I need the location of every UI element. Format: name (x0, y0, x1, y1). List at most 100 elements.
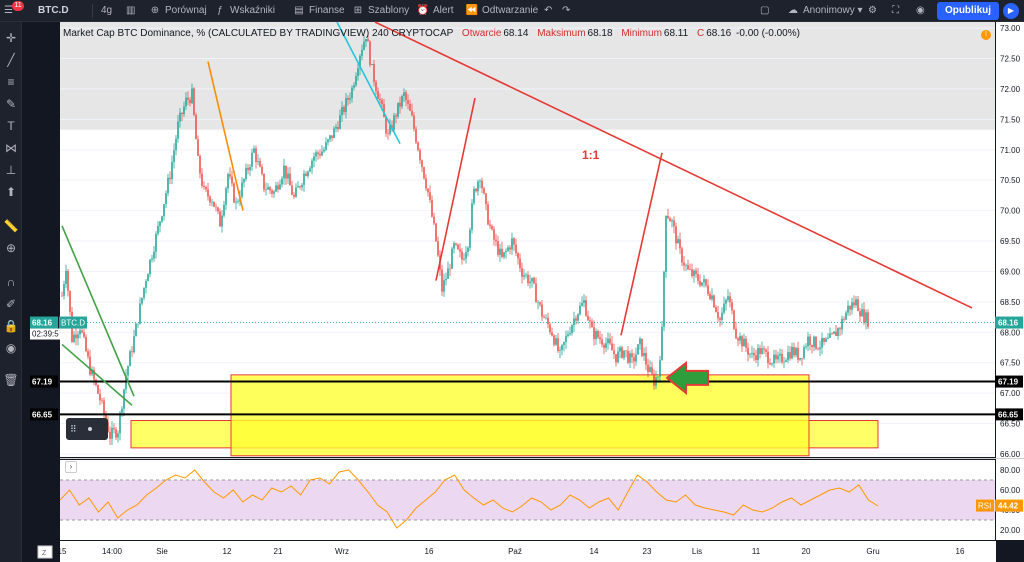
candle-body (529, 281, 531, 284)
candle-body (577, 314, 579, 321)
candle-body (593, 327, 595, 340)
candle-body (845, 312, 847, 320)
candle-body (255, 148, 257, 162)
candle-body (633, 357, 635, 362)
x-tick-label: 20 (802, 547, 811, 556)
candle-body (205, 186, 207, 190)
candle-body (361, 49, 363, 56)
rsi-label: RSI (978, 502, 991, 511)
y-tick-label: 69.00 (1000, 267, 1021, 276)
candle-body (613, 350, 615, 355)
candle-body (501, 248, 503, 257)
candle-body (323, 149, 325, 152)
candle-body (299, 186, 301, 188)
candle-body (815, 336, 817, 349)
candle-body (363, 41, 365, 50)
candle-body (615, 354, 617, 363)
candle-body (261, 166, 263, 174)
candle-body (685, 265, 687, 266)
candle-body (645, 353, 647, 365)
candle-body (171, 161, 173, 180)
candle-body (135, 323, 137, 337)
candle-body (379, 98, 381, 101)
candle-body (741, 336, 743, 347)
candle-body (245, 167, 247, 180)
candle-body (89, 356, 91, 375)
candle-body (545, 317, 547, 319)
candle-body (811, 345, 813, 347)
info-icon[interactable]: ! (981, 30, 991, 40)
candle-body (175, 138, 177, 151)
candle-body (751, 352, 753, 354)
candle-body (641, 338, 643, 356)
candle-body (81, 330, 83, 333)
candle-body (293, 194, 295, 197)
candle-body (791, 346, 793, 359)
candle-body (209, 196, 211, 203)
candle-body (227, 174, 229, 189)
candle-body (85, 336, 87, 352)
expand-chevron-icon[interactable]: › (65, 461, 77, 473)
y-tick-label: 72.50 (1000, 55, 1021, 64)
left-support2-tag: 66.65 (32, 410, 53, 419)
candle-body (735, 328, 737, 339)
price-chart[interactable]: 73.00 72.50 72.00 71.50 71.00 70.50 70.00 69.50… (0, 0, 1024, 562)
candle-body (143, 287, 145, 298)
candle-body (183, 106, 185, 115)
candle-body (237, 201, 239, 203)
candle-body (369, 41, 371, 65)
dot-icon (88, 427, 92, 431)
candle-body (283, 165, 285, 179)
candle-body (805, 346, 807, 348)
drawing-tools-panel[interactable]: ⠿ (66, 418, 108, 440)
candle-body (129, 351, 131, 367)
support2-tag: 66.65 (998, 410, 1019, 419)
candle-body (559, 350, 561, 351)
candle-body (497, 241, 499, 255)
candle-body (727, 296, 729, 300)
candle-body (601, 339, 603, 345)
price-axis-background (996, 22, 1024, 540)
candle-body (301, 184, 303, 188)
candle-body (397, 102, 399, 117)
y-tick-label: 67.50 (1000, 359, 1021, 368)
candle-body (565, 335, 567, 343)
candle-body (493, 229, 495, 240)
candle-body (99, 393, 101, 401)
candle-body (449, 268, 451, 270)
candle-body (213, 201, 215, 207)
candle-body (285, 165, 287, 179)
candle-body (713, 295, 715, 308)
candle-body (855, 299, 857, 306)
candle-body (159, 221, 161, 226)
candle-body (441, 269, 443, 292)
candle-body (629, 353, 631, 363)
candle-body (413, 115, 415, 129)
candle-body (571, 325, 573, 334)
candle-body (73, 334, 75, 342)
candle-body (605, 343, 607, 348)
candle-body (539, 302, 541, 305)
candle-body (241, 182, 243, 197)
candle-body (459, 249, 461, 252)
candle-body (417, 142, 419, 151)
candle-body (789, 352, 791, 359)
candle-body (623, 350, 625, 358)
candle-body (661, 326, 663, 361)
candle-body (763, 348, 765, 350)
candle-body (217, 207, 219, 212)
candle-body (709, 293, 711, 300)
candle-body (311, 160, 313, 169)
candle-body (215, 206, 217, 208)
candle-body (515, 244, 517, 254)
candle-body (761, 348, 763, 354)
candle-body (671, 220, 673, 222)
candle-body (657, 376, 659, 378)
candle-body (273, 191, 275, 194)
candle-body (547, 317, 549, 325)
candle-body (307, 171, 309, 176)
candle-body (435, 223, 437, 242)
x-tick-label: 14:00 (102, 547, 123, 556)
candle-body (711, 295, 713, 300)
x-tick-label: 23 (643, 547, 652, 556)
